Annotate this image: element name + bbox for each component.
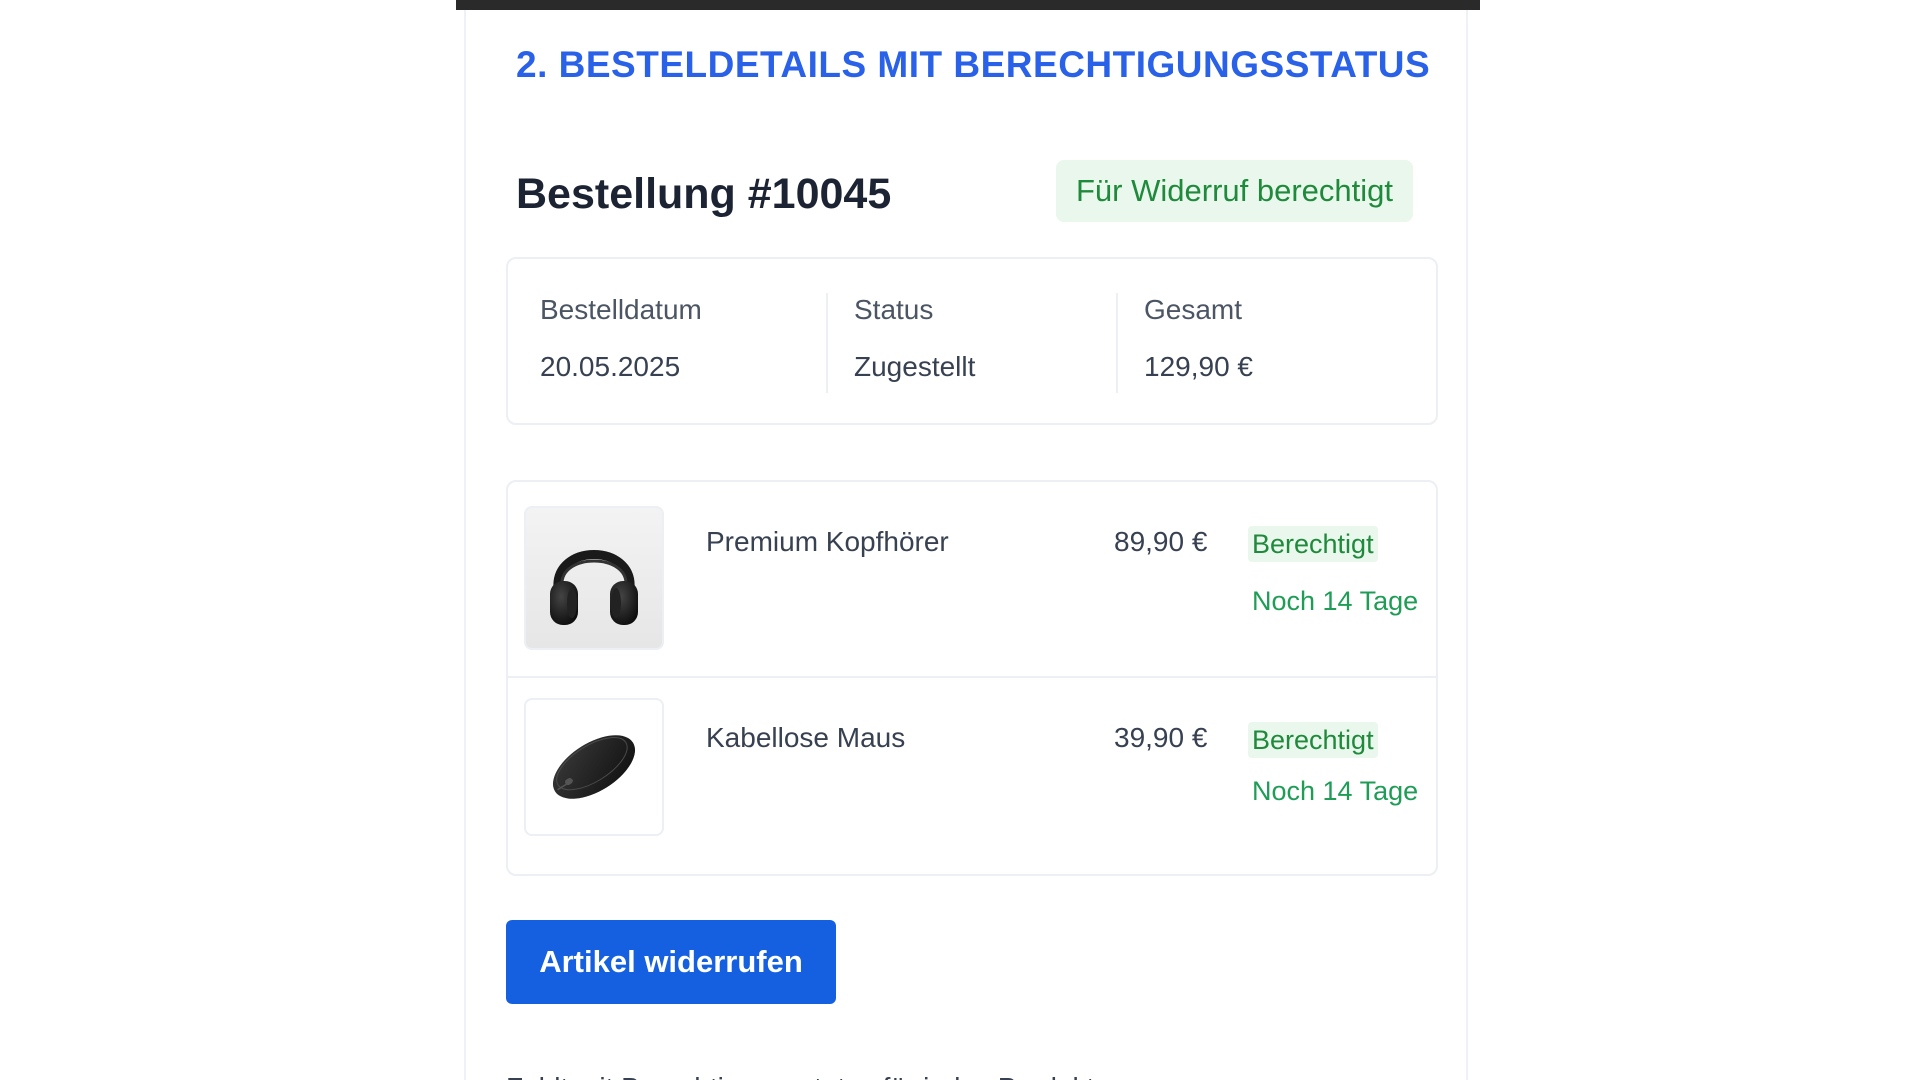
item-name: Premium Kopfhörer <box>706 526 949 557</box>
item-price: 89,90 € <box>1114 526 1208 557</box>
order-summary-card: Bestelldatum 20.05.2025 Status Zugestell… <box>506 257 1438 425</box>
item-price: 39,90 € <box>1114 722 1208 753</box>
order-items-list: Premium Kopfhörer 89,90 € Berechtigt Noc… <box>506 480 1438 876</box>
section-heading: 2. BESTELDETAILS MIT BERECHTIGUNGSSTATUS <box>516 44 1431 85</box>
mouse-icon <box>524 698 664 836</box>
summary-value: 129,90 € <box>1144 351 1253 382</box>
summary-label: Bestelldatum <box>540 294 702 325</box>
eligibility-badge: Für Widerruf berechtigt <box>1056 160 1413 222</box>
list-item[interactable]: Premium Kopfhörer 89,90 € Berechtigt Noc… <box>508 482 1436 678</box>
headphones-icon <box>524 506 664 650</box>
list-item[interactable]: Kabellose Maus 39,90 € Berechtigt Noch 1… <box>508 678 1436 876</box>
summary-label: Gesamt <box>1144 294 1243 325</box>
summary-divider <box>826 293 828 393</box>
item-status-badge: Berechtigt <box>1248 722 1378 758</box>
summary-value: Zugestellt <box>854 351 976 382</box>
summary-label: Status <box>854 294 934 325</box>
item-status-badge: Berechtigt <box>1248 526 1378 562</box>
item-days-remaining: Noch 14 Tage <box>1252 776 1419 806</box>
revoke-items-button[interactable]: Artikel widerrufen <box>506 920 836 1004</box>
item-name: Kabellose Maus <box>706 722 906 753</box>
partial-footer-text: Fehlt mit Berechtigungsstatus für jedes … <box>506 1072 1094 1080</box>
summary-divider <box>1116 293 1118 393</box>
order-details-panel: 2. BESTELDETAILS MIT BERECHTIGUNGSSTATUS… <box>464 10 1468 1080</box>
top-bar <box>456 0 1480 10</box>
summary-value: 20.05.2025 <box>540 351 681 382</box>
order-title: Bestellung #10045 <box>516 170 892 218</box>
item-days-remaining: Noch 14 Tage <box>1252 586 1419 616</box>
